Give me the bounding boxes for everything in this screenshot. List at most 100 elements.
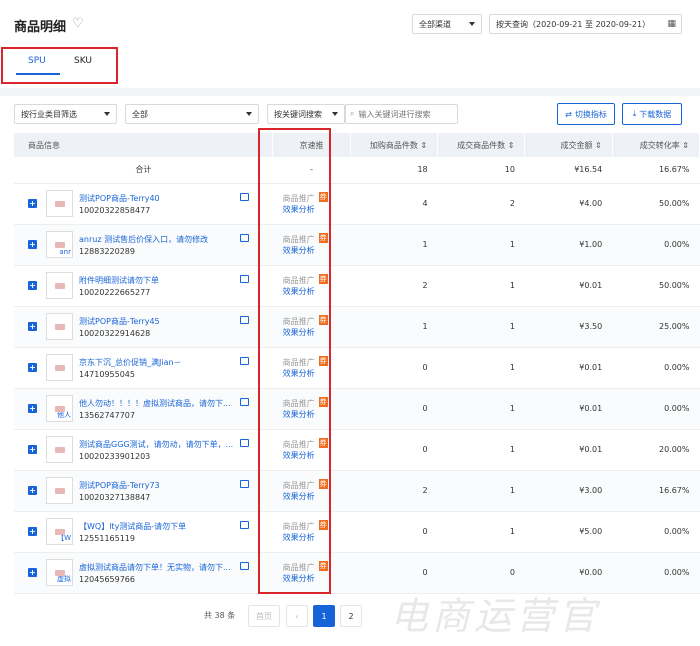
product-name-link[interactable]: 京东下沉_总价促销_满Jian－	[79, 357, 239, 368]
product-thumbnail[interactable]	[46, 312, 73, 340]
thumbnail-placeholder	[55, 364, 65, 371]
promo-link[interactable]: 商品推广	[283, 193, 315, 204]
edit-icon[interactable]	[240, 438, 249, 447]
keyword-mode-select[interactable]: 按关键词搜索	[267, 104, 345, 124]
product-thumbnail[interactable]: anr	[46, 230, 73, 258]
promo-link[interactable]: 商品推广	[283, 562, 315, 573]
col-sold[interactable]: 成交商品件数 ⇕	[437, 133, 526, 157]
expand-plus-icon[interactable]: +	[28, 485, 37, 495]
thumbnail-placeholder	[55, 241, 65, 248]
product-thumbnail[interactable]	[46, 189, 73, 217]
promo-link[interactable]: 商品推广	[283, 439, 315, 450]
product-thumbnail[interactable]	[46, 271, 73, 299]
effect-analysis-link[interactable]: 效果分析	[283, 450, 315, 461]
product-name-link[interactable]: 测试POP商品-Terry40	[79, 193, 239, 204]
thumbnail-placeholder	[55, 200, 65, 207]
thumbnail-placeholder	[55, 323, 65, 330]
all-filter-select[interactable]: 全部	[125, 104, 259, 124]
col-product-info: 商品信息	[14, 133, 274, 157]
date-range-picker[interactable]: 按天查询（2020-09-21 至 2020-09-21） ▦	[489, 14, 682, 34]
expand-plus-icon[interactable]: +	[28, 280, 37, 290]
table-row: + 【W 【WQ】lty测试商品-请勿下单 12551165119 商品推广券效果分析 0…	[14, 511, 700, 553]
total-jst: -	[272, 157, 351, 184]
sort-icon: ⇕	[505, 140, 515, 150]
page-title: 商品明细	[14, 20, 67, 35]
amount-cell: ¥0.01	[524, 429, 613, 471]
coupon-badge: 券	[318, 560, 328, 571]
promo-link[interactable]: 商品推广	[283, 357, 315, 368]
effect-analysis-link[interactable]: 效果分析	[283, 245, 315, 256]
effect-analysis-link[interactable]: 效果分析	[283, 286, 315, 297]
pagination-first-button[interactable]: 首页	[248, 605, 280, 627]
effect-analysis-link[interactable]: 效果分析	[283, 368, 315, 379]
edit-icon[interactable]	[240, 397, 249, 406]
promo-link[interactable]: 商品推广	[283, 521, 315, 532]
coupon-badge: 券	[318, 437, 328, 448]
promo-link[interactable]: 商品推广	[283, 234, 315, 245]
effect-analysis-link[interactable]: 效果分析	[283, 532, 315, 543]
pagination-page-2[interactable]: 2	[340, 605, 362, 627]
edit-icon[interactable]	[240, 479, 249, 488]
pagination-page-1[interactable]: 1	[313, 605, 335, 627]
expand-plus-icon[interactable]: +	[28, 444, 37, 454]
effect-analysis-link[interactable]: 效果分析	[283, 204, 315, 215]
product-name-link[interactable]: 测试POP商品-Terry73	[79, 480, 239, 491]
favorite-heart-icon[interactable]: ♡	[72, 16, 84, 31]
search-input[interactable]	[358, 109, 454, 119]
edit-icon[interactable]	[240, 192, 249, 201]
highlight-box-tabs	[1, 47, 118, 84]
pagination-prev-button[interactable]: ‹	[286, 605, 308, 627]
product-name-link[interactable]: 附件明细测试请勿下单	[79, 275, 239, 286]
expand-plus-icon[interactable]: +	[28, 321, 37, 331]
effect-analysis-link[interactable]: 效果分析	[283, 327, 315, 338]
amount-cell: ¥4.00	[524, 183, 613, 225]
expand-plus-icon[interactable]: +	[28, 198, 37, 208]
expand-plus-icon[interactable]: +	[28, 526, 37, 536]
expand-plus-icon[interactable]: +	[28, 239, 37, 249]
promo-link[interactable]: 商品推广	[283, 398, 315, 409]
promo-link[interactable]: 商品推广	[283, 275, 315, 286]
download-button[interactable]: ⤓ 下载数据	[622, 103, 682, 125]
product-thumbnail[interactable]: 他人	[46, 394, 73, 422]
promo-link[interactable]: 商品推广	[283, 316, 315, 327]
edit-icon[interactable]	[240, 274, 249, 283]
channel-select[interactable]: 全部渠道	[412, 14, 482, 34]
edit-icon[interactable]	[240, 233, 249, 242]
product-thumbnail[interactable]	[46, 353, 73, 381]
product-name-link[interactable]: 测试商品GGG测试，请勿动，请勿下单，...	[79, 439, 239, 450]
promo-link[interactable]: 商品推广	[283, 480, 315, 491]
expand-plus-icon[interactable]: +	[28, 362, 37, 372]
edit-icon[interactable]	[240, 520, 249, 529]
product-info-cell: + 附件明细测试请勿下单 10020222665277	[14, 265, 273, 307]
category-filter-select[interactable]: 按行业类目筛选	[14, 104, 117, 124]
edit-icon[interactable]	[240, 356, 249, 365]
edit-icon[interactable]	[240, 315, 249, 324]
col-rate[interactable]: 成交转化率 ⇕	[612, 133, 700, 157]
search-box[interactable]: ⌕	[345, 104, 458, 124]
product-thumbnail[interactable]: 虚拟	[46, 558, 73, 586]
total-sold: 10	[437, 157, 525, 184]
effect-analysis-link[interactable]: 效果分析	[283, 573, 315, 584]
table-row: + 测试商品GGG测试，请勿动，请勿下单，... 10020233901203 商品推…	[14, 429, 700, 471]
product-thumbnail[interactable]	[46, 435, 73, 463]
effect-analysis-link[interactable]: 效果分析	[283, 409, 315, 420]
product-name-link[interactable]: 测试POP商品-Terry45	[79, 316, 239, 327]
tab-spu[interactable]: SPU	[28, 56, 46, 66]
product-name-link[interactable]: 【WQ】lty测试商品-请勿下单	[79, 521, 239, 532]
tab-sku[interactable]: SKU	[74, 56, 92, 66]
product-table: 商品信息 京速推 加购商品件数 ⇕ 成交商品件数 ⇕ 成交金额 ⇕ 成交转化率 …	[14, 133, 700, 594]
table-total-row: 合计 - 18 10 ¥16.54 16.67%	[14, 157, 700, 184]
product-thumbnail[interactable]	[46, 476, 73, 504]
thumbnail-placeholder	[55, 446, 65, 453]
product-name-link[interactable]: 虚拟测试商品请勿下单！无实物，请勿下...	[79, 562, 239, 573]
col-amount[interactable]: 成交金额 ⇕	[524, 133, 613, 157]
switch-metrics-button[interactable]: ⇄ 切换指标	[557, 103, 615, 125]
expand-plus-icon[interactable]: +	[28, 403, 37, 413]
edit-icon[interactable]	[240, 561, 249, 570]
expand-plus-icon[interactable]: +	[28, 567, 37, 577]
product-name-link[interactable]: anruz 测试售后价保入口，请勿修改	[79, 234, 239, 245]
product-name-link[interactable]: 他人勿动！！！！虚拟测试商品，请勿下...	[79, 398, 239, 409]
effect-analysis-link[interactable]: 效果分析	[283, 491, 315, 502]
col-cart[interactable]: 加购商品件数 ⇕	[350, 133, 439, 157]
product-thumbnail[interactable]: 【W	[46, 517, 73, 545]
